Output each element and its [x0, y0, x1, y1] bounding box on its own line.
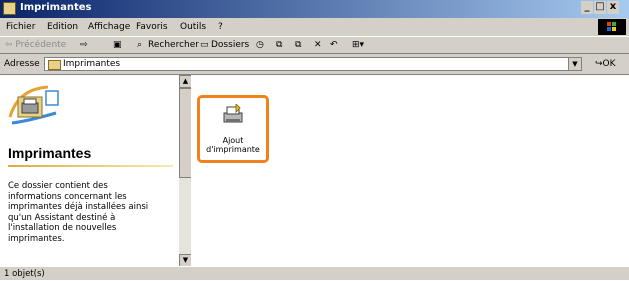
minimize-button[interactable]: _ [581, 1, 593, 14]
address-value: Imprimantes [63, 59, 121, 69]
address-bar: Adresse Imprimantes ▼ ↪OK [0, 55, 629, 73]
add-printer-item[interactable]: Ajout d'imprimante [197, 95, 269, 163]
pane-description: Ce dossier contient des informations con… [8, 181, 149, 244]
go-button[interactable]: ↪OK [595, 59, 616, 69]
item-label: Ajout d'imprimante [206, 136, 260, 154]
delete-icon[interactable]: ✕ [314, 40, 322, 50]
menu-bar: Fichier Edition Affichage Favoris Outils… [0, 19, 629, 35]
chevron-down-icon[interactable]: ▼ [568, 58, 581, 70]
menu-affichage[interactable]: Affichage [88, 22, 130, 32]
folders-icon: ▭ [200, 40, 209, 50]
views-button[interactable]: ⊞▾ [352, 40, 364, 50]
explorer-window: Imprimantes _ □ x Fichier Edition Affichag… [0, 0, 629, 280]
window-title: Imprimantes [20, 2, 92, 13]
add-printer-icon [223, 104, 243, 123]
close-button[interactable]: x [607, 1, 619, 14]
search-button[interactable]: Rechercher [148, 40, 199, 50]
folders-button[interactable]: Dossiers [211, 40, 249, 50]
window-controls: _ □ x [580, 1, 619, 14]
printers-folder-icon [3, 2, 16, 15]
menu-fichier[interactable]: Fichier [6, 22, 35, 32]
status-bar: 1 objet(s) [0, 266, 629, 281]
vertical-scrollbar[interactable]: ▲ ▼ [178, 75, 192, 267]
menu-help[interactable]: ? [218, 22, 223, 32]
search-icon: ⌕ [137, 40, 143, 50]
file-list: Ajout d'imprimante [191, 75, 629, 267]
menu-edition[interactable]: Edition [47, 22, 78, 32]
web-view-pane: Imprimantes Ce dossier contient des info… [0, 75, 178, 267]
pane-title: Imprimantes [8, 145, 92, 161]
history-icon[interactable]: ◷ [256, 40, 264, 50]
windows-logo-icon [598, 19, 626, 35]
go-arrow-icon: ↪ [595, 59, 603, 69]
go-label: OK [602, 59, 616, 69]
printer-banner-icon [8, 85, 59, 125]
address-label: Adresse [4, 59, 40, 69]
address-field[interactable]: Imprimantes ▼ [44, 57, 582, 71]
printers-folder-icon [48, 60, 61, 70]
copy-to-icon[interactable]: ⧉ [295, 40, 301, 50]
undo-icon[interactable]: ↶ [330, 40, 338, 50]
menu-outils[interactable]: Outils [180, 22, 206, 32]
toolbar: ⇦ Précédente ⇨ ▣ ⌕ Rechercher ▭ Dossiers… [0, 36, 629, 54]
title-bar: Imprimantes _ □ x [0, 0, 629, 18]
maximize-button[interactable]: □ [594, 1, 606, 14]
divider [8, 165, 173, 167]
forward-button[interactable]: ⇨ [80, 40, 88, 50]
back-button[interactable]: ⇦ Précédente [5, 40, 66, 50]
menu-favoris[interactable]: Favoris [136, 22, 168, 32]
content-area: Imprimantes Ce dossier contient des info… [0, 74, 629, 267]
up-folder-button[interactable]: ▣ [113, 40, 122, 50]
status-text: 1 objet(s) [4, 269, 45, 279]
move-to-icon[interactable]: ⧉ [276, 40, 282, 50]
